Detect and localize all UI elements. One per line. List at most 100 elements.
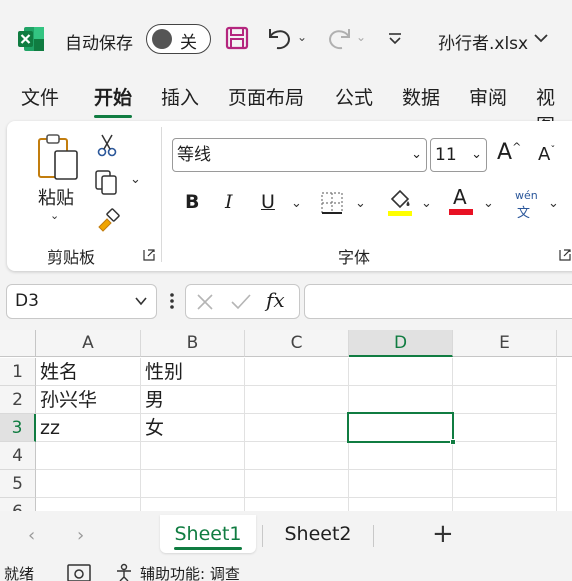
shrink-font-button[interactable]: Aˇ bbox=[538, 144, 555, 165]
cell-b6[interactable] bbox=[141, 498, 245, 511]
column-header[interactable]: A bbox=[36, 330, 141, 357]
tab-insert[interactable]: 插入 bbox=[161, 84, 199, 112]
autosave-state: 关 bbox=[180, 33, 197, 53]
row-header[interactable]: 3 bbox=[0, 414, 36, 442]
cell-e5[interactable] bbox=[453, 470, 557, 498]
select-all-corner[interactable] bbox=[0, 330, 36, 357]
underline-dropdown-icon[interactable]: ⌄ bbox=[291, 196, 302, 211]
cell-a1[interactable]: 姓名 bbox=[36, 358, 141, 386]
cell-b5[interactable] bbox=[141, 470, 245, 498]
paste-label[interactable]: 粘贴 bbox=[38, 184, 74, 210]
cancel-icon[interactable] bbox=[196, 293, 214, 311]
chevron-down-icon[interactable] bbox=[532, 30, 550, 46]
accessibility-status[interactable]: 辅助功能: 调查 bbox=[140, 563, 240, 581]
row-header[interactable]: 5 bbox=[0, 470, 36, 498]
cell-a5[interactable] bbox=[36, 470, 141, 498]
name-box[interactable]: D3 bbox=[6, 284, 157, 319]
excel-logo-icon bbox=[18, 27, 44, 51]
underline-button[interactable]: U bbox=[261, 191, 275, 213]
borders-icon[interactable] bbox=[320, 191, 344, 215]
cell-b2[interactable]: 男 bbox=[141, 386, 245, 414]
row-header[interactable]: 1 bbox=[0, 358, 36, 386]
cell-c2[interactable] bbox=[245, 386, 349, 414]
tab-file[interactable]: 文件 bbox=[21, 84, 59, 112]
sheet-tab-sheet2[interactable]: Sheet2 bbox=[270, 515, 366, 553]
cell-b4[interactable] bbox=[141, 442, 245, 470]
row-header[interactable]: 6 bbox=[0, 498, 36, 511]
format-painter-icon[interactable] bbox=[95, 207, 121, 233]
cell-b1[interactable]: 性别 bbox=[141, 358, 245, 386]
paste-icon[interactable] bbox=[37, 133, 81, 183]
macro-recording-icon[interactable] bbox=[67, 564, 91, 581]
column-header[interactable] bbox=[557, 330, 572, 357]
formula-actions: fx bbox=[185, 284, 300, 319]
cell-e2[interactable] bbox=[453, 386, 557, 414]
insert-function-button[interactable]: fx bbox=[266, 288, 285, 312]
cut-icon[interactable] bbox=[96, 133, 118, 157]
font-color-dropdown-icon[interactable]: ⌄ bbox=[483, 196, 494, 211]
cell-e4[interactable] bbox=[453, 442, 557, 470]
column-header[interactable]: E bbox=[453, 330, 557, 357]
fill-color-dropdown-icon[interactable]: ⌄ bbox=[421, 196, 432, 211]
tab-formulas[interactable]: 公式 bbox=[335, 84, 373, 112]
font-name-select[interactable]: 等线 ⌄ bbox=[172, 138, 427, 172]
undo-dropdown-icon[interactable]: ⌄ bbox=[297, 30, 307, 44]
copy-icon[interactable] bbox=[94, 169, 120, 195]
borders-dropdown-icon[interactable]: ⌄ bbox=[355, 196, 366, 211]
fill-color-icon[interactable] bbox=[386, 187, 414, 217]
paste-dropdown-icon[interactable]: ⌄ bbox=[50, 209, 59, 222]
dialog-launcher-icon[interactable] bbox=[143, 249, 155, 261]
cell-d6[interactable] bbox=[349, 498, 453, 511]
row-header[interactable]: 4 bbox=[0, 442, 36, 470]
cell-c5[interactable] bbox=[245, 470, 349, 498]
save-icon[interactable] bbox=[225, 26, 249, 50]
shrink-font-label: A bbox=[538, 144, 551, 165]
row-header[interactable]: 2 bbox=[0, 386, 36, 414]
next-sheet-icon[interactable]: › bbox=[77, 525, 84, 546]
more-options-icon[interactable] bbox=[169, 291, 175, 311]
cell-a6[interactable] bbox=[36, 498, 141, 511]
cell-b3[interactable]: 女 bbox=[141, 414, 245, 442]
copy-dropdown-icon[interactable]: ⌄ bbox=[130, 172, 141, 187]
tab-data[interactable]: 数据 bbox=[402, 84, 440, 112]
tab-home[interactable]: 开始 bbox=[94, 84, 133, 118]
formula-input[interactable] bbox=[304, 284, 572, 319]
autosave-toggle[interactable]: 关 bbox=[146, 24, 211, 54]
cell-d2[interactable] bbox=[349, 386, 453, 414]
accessibility-icon[interactable] bbox=[115, 563, 135, 581]
font-color-button[interactable]: A bbox=[448, 185, 474, 217]
grow-font-button[interactable]: A^ bbox=[497, 140, 521, 165]
cell-e3[interactable] bbox=[453, 414, 557, 442]
cell-d4[interactable] bbox=[349, 442, 453, 470]
fill-handle[interactable] bbox=[450, 439, 456, 445]
cell-a2[interactable]: 孙兴华 bbox=[36, 386, 141, 414]
cell-c4[interactable] bbox=[245, 442, 349, 470]
add-sheet-button[interactable]: + bbox=[432, 519, 454, 549]
file-name[interactable]: 孙行者.xlsx bbox=[438, 29, 528, 54]
column-header[interactable]: D bbox=[349, 330, 453, 357]
cell-a3[interactable]: zz bbox=[36, 414, 141, 442]
undo-icon[interactable] bbox=[266, 25, 294, 51]
tab-review[interactable]: 审阅 bbox=[469, 84, 507, 112]
enter-icon[interactable] bbox=[230, 293, 252, 311]
customize-toolbar-icon[interactable] bbox=[386, 30, 404, 48]
dialog-launcher-icon[interactable] bbox=[559, 249, 571, 261]
italic-button[interactable]: I bbox=[225, 191, 233, 213]
cell-a4[interactable] bbox=[36, 442, 141, 470]
font-size-select[interactable]: 11 ⌄ bbox=[430, 138, 487, 172]
column-header[interactable]: B bbox=[141, 330, 245, 357]
cell-d5[interactable] bbox=[349, 470, 453, 498]
previous-sheet-icon[interactable]: ‹ bbox=[28, 525, 35, 546]
cell-c3[interactable] bbox=[245, 414, 349, 442]
cell-e6[interactable] bbox=[453, 498, 557, 511]
phonetic-guide-button[interactable]: wén 文 bbox=[512, 189, 540, 221]
cell-c6[interactable] bbox=[245, 498, 349, 511]
bold-button[interactable]: B bbox=[185, 191, 199, 213]
sheet-tab-sheet1[interactable]: Sheet1 bbox=[160, 515, 256, 553]
cell-e1[interactable] bbox=[453, 358, 557, 386]
cell-d1[interactable] bbox=[349, 358, 453, 386]
tab-page-layout[interactable]: 页面布局 bbox=[228, 84, 304, 112]
cell-c1[interactable] bbox=[245, 358, 349, 386]
phonetic-dropdown-icon[interactable]: ⌄ bbox=[548, 196, 559, 211]
column-header[interactable]: C bbox=[245, 330, 349, 357]
